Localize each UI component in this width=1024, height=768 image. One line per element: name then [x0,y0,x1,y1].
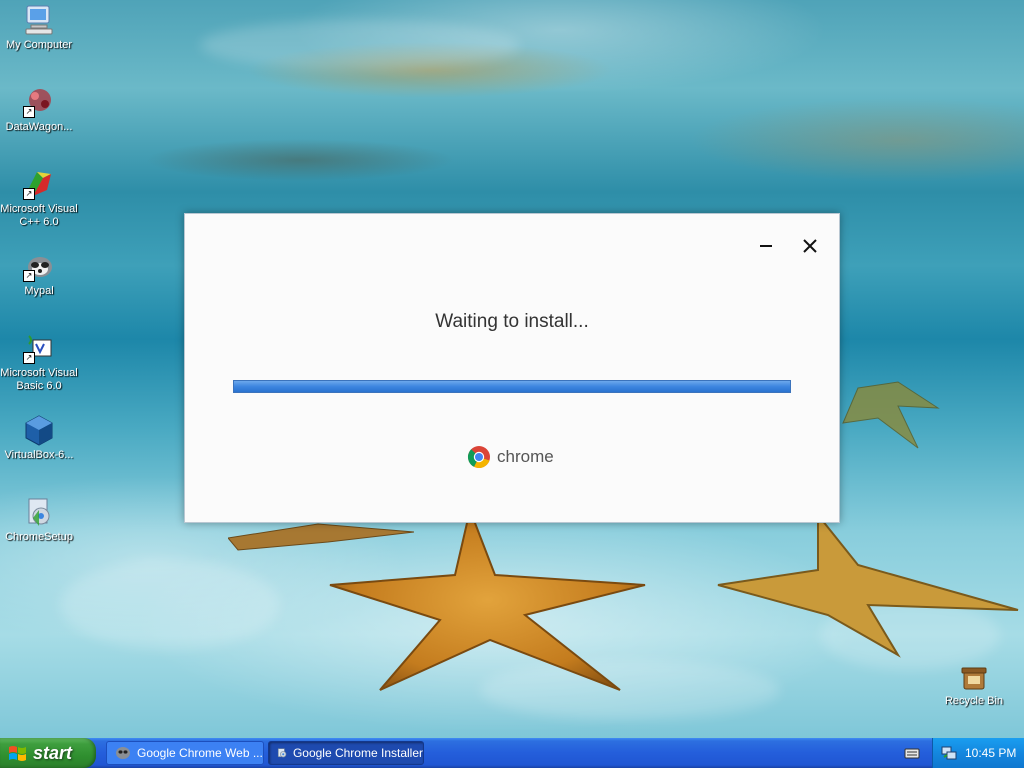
mypal-icon [116,747,130,759]
close-icon [803,239,817,253]
chrome-setup-icon [23,496,55,528]
install-progress-fill [234,381,790,392]
my-computer-icon [23,4,55,36]
desktop-icon-label: DataWagon... [5,121,73,133]
desktop-icon-label: ChromeSetup [5,531,73,543]
starfish-wallpaper-3 [228,523,414,551]
virtualbox-icon [23,414,55,446]
install-status-text: Waiting to install... [435,311,589,332]
recycle-bin-icon [958,660,990,692]
chrome-setup-icon [277,748,287,758]
windows-logo-icon [9,746,26,761]
chrome-installer-window: Waiting to install... chrome [184,213,840,523]
starfish-wallpaper-4 [842,381,940,449]
taskbar-item-label: Google Chrome Installer [292,746,423,760]
shortcut-arrow-icon: ↗ [23,270,35,282]
keyboard-icon[interactable] [904,746,920,760]
network-icon[interactable] [941,745,957,761]
taskbar-item-chrome-web[interactable]: Google Chrome Web ... [106,741,264,765]
visual-cpp-icon: ↗ [23,168,55,200]
desktop-icon-virtualbox[interactable]: VirtualBox-6... [0,414,79,462]
chrome-brand: chrome [467,444,554,470]
desktop-icon-label: VirtualBox-6... [4,449,74,461]
desktop-icon-visual-basic[interactable]: ↗ Microsoft Visual Basic 6.0 [0,332,79,393]
desktop-icon-recycle-bin[interactable]: Recycle Bin [934,660,1014,708]
chrome-brand-label: chrome [497,447,554,466]
shortcut-arrow-icon: ↗ [23,352,35,364]
chrome-logo-icon [467,446,490,469]
start-label: start [33,742,73,763]
datawagon-icon: ↗ [23,86,55,118]
desktop-icon-label: Microsoft Visual C++ 6.0 [0,203,78,228]
desktop-icon-label: My Computer [5,39,73,51]
visual-basic-icon: ↗ [23,332,55,364]
taskbar-item-label: Google Chrome Web ... [137,746,263,760]
starfish-wallpaper-2 [717,512,1019,658]
desktop-icon-my-computer[interactable]: My Computer [0,4,79,52]
taskbar: start Google Chrome Web ... Google Chrom… [0,738,1024,768]
system-tray: 10:45 PM [932,738,1024,768]
desktop-icon-visual-cpp[interactable]: ↗ Microsoft Visual C++ 6.0 [0,168,79,229]
mypal-icon: ↗ [23,250,55,282]
desktop-icon-chrome-setup[interactable]: ChromeSetup [0,496,79,544]
desktop-icon-datawagon[interactable]: ↗ DataWagon... [0,86,79,134]
minimize-button[interactable] [754,234,778,258]
close-button[interactable] [798,234,822,258]
shortcut-arrow-icon: ↗ [23,106,35,118]
minimize-icon [760,245,772,247]
shortcut-arrow-icon: ↗ [23,188,35,200]
desktop-icon-label: Microsoft Visual Basic 6.0 [0,367,78,392]
taskbar-item-chrome-installer[interactable]: Google Chrome Installer [268,741,424,765]
taskbar-clock: 10:45 PM [965,746,1017,760]
install-progress-bar [233,380,791,393]
desktop-icon-mypal[interactable]: ↗ Mypal [0,250,79,298]
desktop-icon-label: Mypal [24,285,54,297]
start-button[interactable]: start [0,738,96,768]
desktop-icon-label: Recycle Bin [944,695,1004,707]
